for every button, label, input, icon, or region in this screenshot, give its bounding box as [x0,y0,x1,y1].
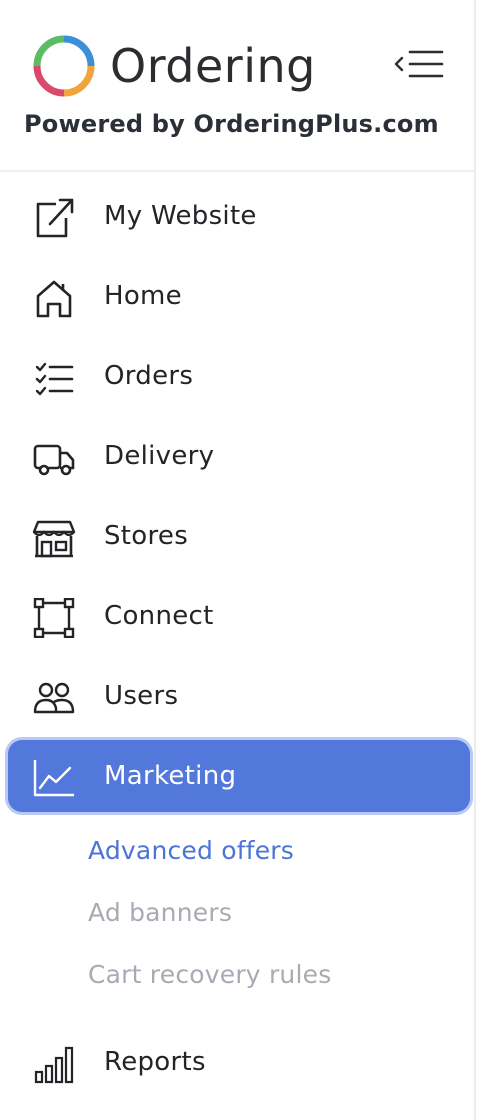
sub-item-ad-banners[interactable]: Ad banners [88,890,232,936]
nav-item-orders[interactable]: Orders [8,340,470,412]
truck-icon [32,438,76,478]
line-chart-icon [32,758,76,798]
external-link-icon [32,198,76,238]
nav-label-orders: Orders [104,361,194,391]
collapse-sidebar-button[interactable] [386,42,446,88]
nav-item-reports[interactable]: Reports [8,1026,470,1098]
nav-item-connect[interactable]: Connect [8,580,470,652]
collapse-menu-icon [394,50,444,78]
nav-label-marketing: Marketing [104,761,237,791]
checklist-icon [32,358,76,398]
nav-label-connect: Connect [104,601,214,631]
nav-label-home: Home [104,281,182,311]
bar-chart-icon [32,1044,76,1084]
sidebar: Ordering Powered by OrderingPlus.com My … [0,0,476,1120]
sub-item-advanced-offers[interactable]: Advanced offers [88,828,294,874]
nav-label-my-website: My Website [104,201,257,231]
store-icon [32,518,76,558]
sidebar-header: Ordering Powered by OrderingPlus.com [0,0,476,172]
users-icon [32,678,76,718]
nav-label-stores: Stores [104,521,189,551]
nav-label-users: Users [104,681,179,711]
nav-item-marketing[interactable]: Marketing [8,740,470,812]
nav-item-home[interactable]: Home [8,260,470,332]
brand-name: Ordering [110,39,316,93]
connect-nodes-icon [32,598,76,638]
nav-label-delivery: Delivery [104,441,215,471]
sub-item-cart-recovery-rules[interactable]: Cart recovery rules [88,952,331,998]
nav-item-users[interactable]: Users [8,660,470,732]
nav-item-delivery[interactable]: Delivery [8,420,470,492]
ordering-logo-icon [32,34,96,98]
nav-label-reports: Reports [104,1047,206,1077]
home-icon [32,278,76,318]
nav-item-stores[interactable]: Stores [8,500,470,572]
powered-by-text: Powered by OrderingPlus.com [24,110,439,138]
nav-item-my-website[interactable]: My Website [8,180,470,252]
